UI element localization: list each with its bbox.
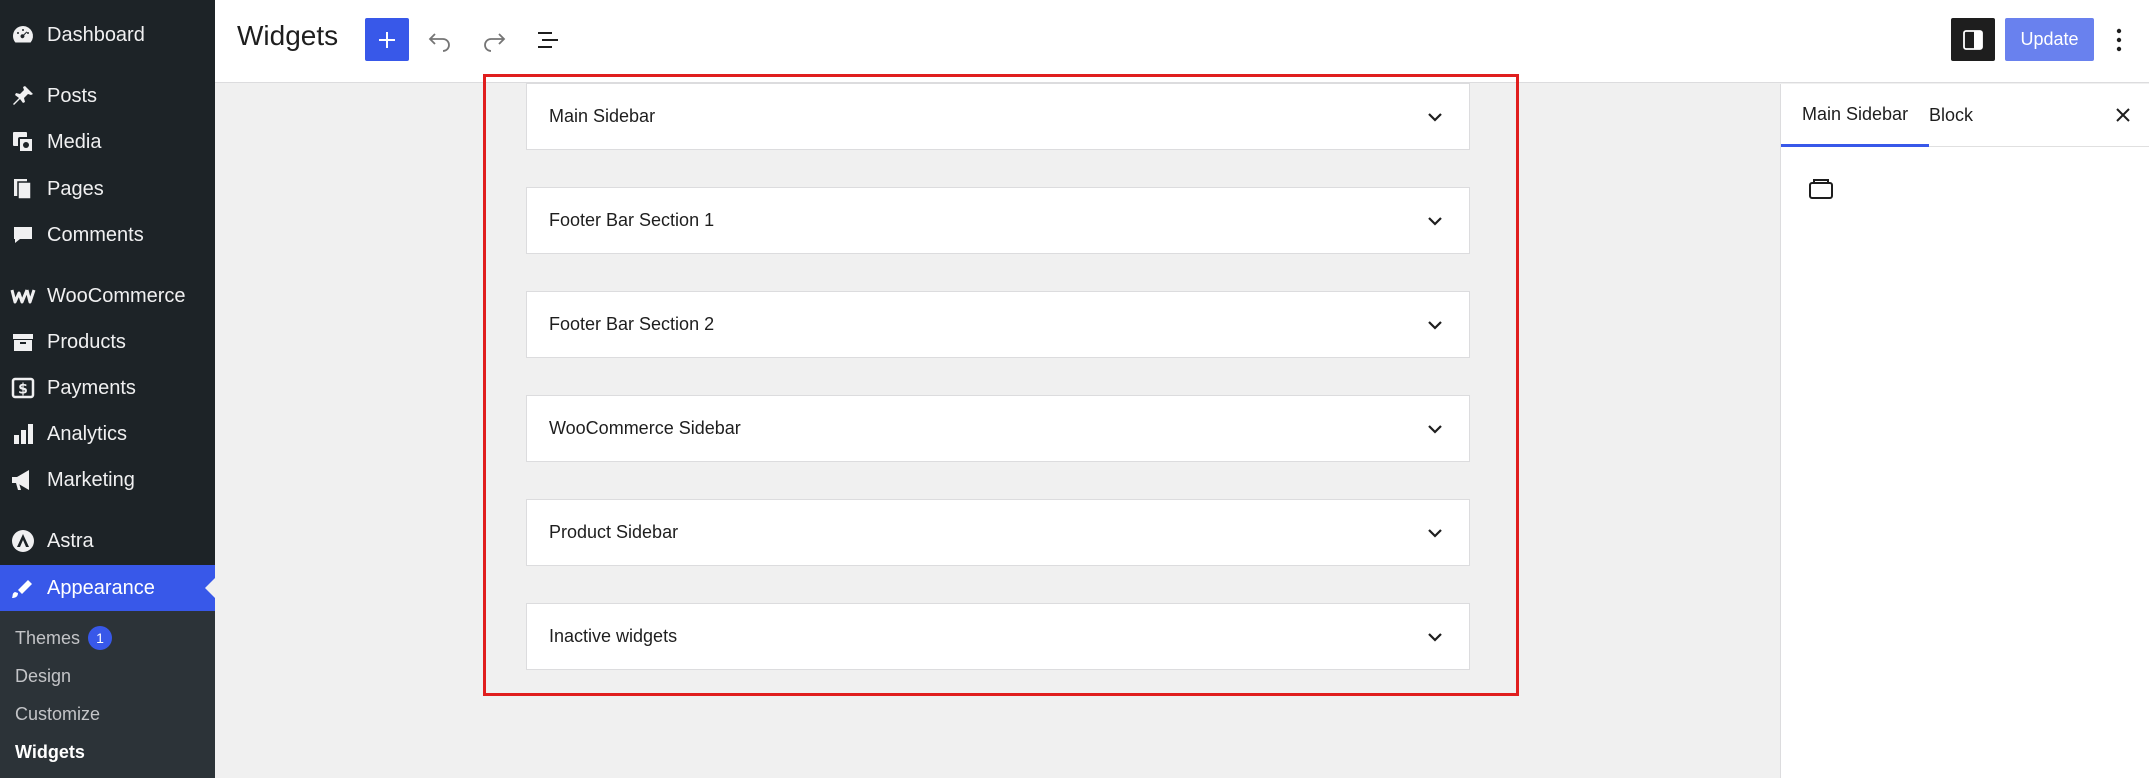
- update-button[interactable]: Update: [2005, 18, 2094, 61]
- vertical-ellipsis-icon: [2116, 28, 2122, 51]
- paintbrush-icon: [9, 574, 37, 602]
- megaphone-icon: [9, 466, 37, 494]
- list-view-icon: [538, 31, 558, 48]
- widget-area-title: WooCommerce Sidebar: [549, 418, 741, 438]
- submenu-item-label: Widgets: [15, 741, 85, 762]
- sidebar-item-label: Comments: [47, 223, 144, 246]
- panel-tabs: Main Sidebar Block: [1781, 84, 2149, 147]
- dollar-icon: $: [9, 374, 37, 402]
- appearance-submenu: Themes 1 Design Customize Widgets: [0, 611, 215, 778]
- widget-area-footer-bar-2[interactable]: Footer Bar Section 2: [526, 291, 1470, 358]
- submenu-item-label: Themes: [15, 627, 81, 648]
- list-view-button[interactable]: [526, 18, 570, 61]
- widget-area-product-sidebar[interactable]: Product Sidebar: [526, 499, 1470, 566]
- submenu-item-widgets[interactable]: Widgets: [15, 737, 85, 767]
- widget-area-footer-bar-1[interactable]: Footer Bar Section 1: [526, 187, 1470, 254]
- widget-area-title: Product Sidebar: [549, 522, 679, 542]
- pages-icon: [9, 175, 37, 203]
- undo-icon: [428, 32, 450, 52]
- submenu-item-themes[interactable]: Themes 1: [15, 623, 113, 653]
- sidebar-item-label: WooCommerce: [47, 284, 186, 307]
- add-block-button[interactable]: [365, 18, 409, 61]
- submenu-item-label: Customize: [15, 703, 101, 724]
- sidebar-item-appearance[interactable]: Appearance: [0, 565, 215, 611]
- editor-toolbar: Widgets Update: [215, 0, 2149, 83]
- widget-area-title: Footer Bar Section 1: [549, 210, 715, 230]
- sidebar-item-label: Dashboard: [47, 23, 145, 46]
- submenu-item-label: Design: [15, 665, 72, 686]
- submenu-item-design[interactable]: Design: [15, 661, 71, 691]
- sidebar-item-label: Pages: [47, 177, 104, 200]
- plus-icon: [379, 31, 395, 48]
- pin-icon: [9, 82, 37, 110]
- sidebar-item-label: Astra: [47, 529, 94, 552]
- settings-panel: Main Sidebar Block: [1780, 84, 2149, 778]
- widget-area-title: Inactive widgets: [549, 626, 678, 646]
- woocommerce-icon: [9, 282, 37, 310]
- widget-area-woocommerce-sidebar[interactable]: WooCommerce Sidebar: [526, 395, 1470, 462]
- widget-area-title: Main Sidebar: [549, 106, 656, 126]
- chevron-down-icon[interactable]: [1423, 313, 1447, 337]
- submenu-item-customize[interactable]: Customize: [15, 699, 100, 729]
- sidebar-item-products[interactable]: Products: [0, 319, 215, 365]
- sidebar-item-dashboard[interactable]: Dashboard: [0, 12, 215, 58]
- chevron-down-icon[interactable]: [1423, 417, 1447, 441]
- more-options-button[interactable]: [2101, 18, 2137, 61]
- sidebar-item-label: Analytics: [47, 422, 128, 445]
- sidebar-item-marketing[interactable]: Marketing: [0, 457, 215, 503]
- archive-icon: [9, 328, 37, 356]
- page-title: Widgets: [237, 20, 339, 51]
- sidebar-item-astra[interactable]: Astra: [0, 518, 215, 564]
- astra-icon: [9, 527, 37, 555]
- chevron-down-icon[interactable]: [1423, 521, 1447, 545]
- redo-icon: [484, 32, 506, 52]
- widget-area-main-sidebar[interactable]: Main Sidebar: [526, 83, 1470, 150]
- sidebar-panel-icon: [1963, 29, 1983, 50]
- sidebar-item-label: Products: [47, 330, 126, 353]
- sidebar-item-label: Media: [47, 130, 102, 153]
- sidebar-item-media[interactable]: Media: [0, 119, 215, 165]
- close-icon: [2116, 108, 2130, 122]
- close-panel-button[interactable]: [2106, 98, 2140, 132]
- media-icon: [9, 128, 37, 156]
- chevron-down-icon[interactable]: [1423, 209, 1447, 233]
- undo-button[interactable]: [418, 18, 462, 61]
- sidebar-item-label: Payments: [47, 376, 136, 399]
- sidebar-item-woocommerce[interactable]: WooCommerce: [0, 273, 215, 319]
- settings-toggle-button[interactable]: [1951, 18, 1995, 61]
- svg-text:$: $: [18, 382, 28, 398]
- sidebar-item-label: Appearance: [47, 576, 155, 599]
- dashboard-icon: [9, 21, 37, 49]
- sidebar-item-payments[interactable]: $ Payments: [0, 365, 215, 411]
- redo-button[interactable]: [472, 18, 516, 61]
- sidebar-item-label: Posts: [47, 84, 98, 107]
- comment-icon: [9, 221, 37, 249]
- widget-area-inactive-widgets[interactable]: Inactive widgets: [526, 603, 1470, 670]
- sidebar-item-comments[interactable]: Comments: [0, 212, 215, 258]
- bar-chart-icon: [9, 420, 37, 448]
- admin-sidebar: Dashboard Posts Media Pages Comments Woo…: [0, 0, 215, 778]
- widget-area-icon: [1806, 174, 1836, 204]
- chevron-down-icon[interactable]: [1423, 625, 1447, 649]
- sidebar-item-posts[interactable]: Posts: [0, 73, 215, 119]
- tab-block[interactable]: Block: [1908, 84, 1994, 147]
- update-count-badge: 1: [88, 626, 113, 650]
- widget-area-title: Footer Bar Section 2: [549, 314, 715, 334]
- sidebar-item-pages[interactable]: Pages: [0, 166, 215, 212]
- chevron-down-icon[interactable]: [1423, 105, 1447, 129]
- tab-main-sidebar[interactable]: Main Sidebar: [1781, 84, 1930, 147]
- sidebar-item-analytics[interactable]: Analytics: [0, 411, 215, 457]
- sidebar-item-label: Marketing: [47, 468, 135, 491]
